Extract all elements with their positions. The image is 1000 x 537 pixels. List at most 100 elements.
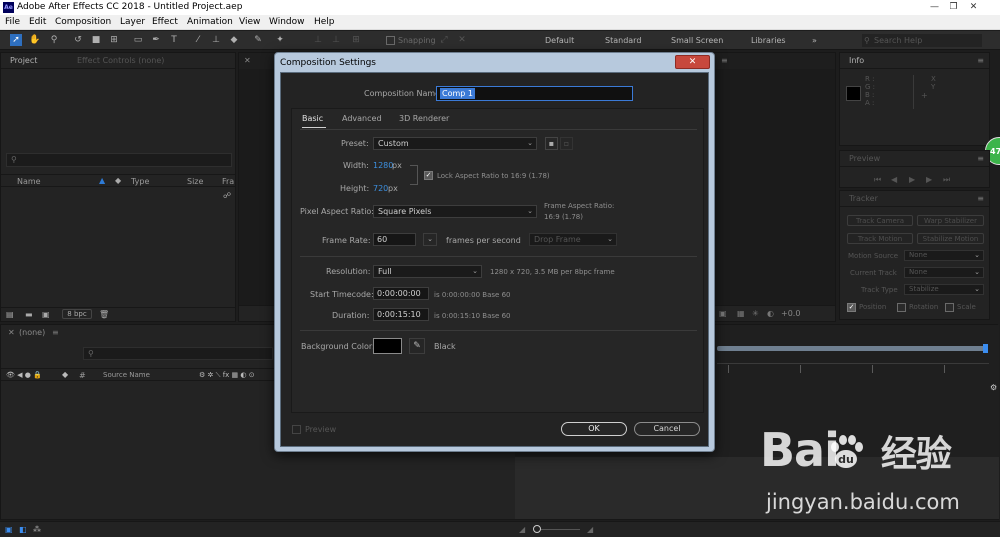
panel-menu-icon[interactable]: ≡ [977,194,984,204]
transparency-grid-icon[interactable]: ▦ [737,309,745,319]
pen-tool-icon[interactable]: ✒ [150,34,162,46]
snap-option-icon[interactable]: ⤢ [438,34,450,46]
preset-select[interactable]: Custom ⌄ [373,137,537,150]
ok-button[interactable]: OK [561,422,627,436]
world-axis-icon[interactable]: ⊥ [330,34,342,46]
flowchart-icon[interactable]: ☍ [223,191,231,201]
resolution-select[interactable]: Full ⌄ [373,265,482,278]
more-workspaces-button[interactable]: » [812,35,817,46]
maximize-button[interactable]: ❐ [946,0,961,15]
workspace-default[interactable]: Default [545,35,574,46]
snapping-checkbox[interactable] [386,36,395,45]
column-source-name[interactable]: Source Name [103,371,150,380]
play-icon[interactable]: ▶ [909,175,915,184]
preview-checkbox[interactable] [292,425,301,434]
tab-effect-controls[interactable]: Effect Controls (none) [77,56,164,66]
tab-basic[interactable]: Basic [302,114,323,124]
exposure-icon[interactable]: ◐ [767,309,774,319]
track-type-select[interactable]: Stabilize ⌄ [904,284,984,295]
type-tool-icon[interactable]: T [168,34,180,46]
scale-checkbox[interactable] [945,303,954,312]
cancel-button[interactable]: Cancel [634,422,700,436]
menu-edit[interactable]: Edit [29,16,46,29]
menu-view[interactable]: View [239,16,260,29]
background-color-swatch[interactable] [373,338,402,354]
camera-tool-icon[interactable]: ■ [90,34,102,46]
first-frame-icon[interactable]: ⏮ [874,175,881,184]
view-axis-icon[interactable]: ⊞ [350,34,362,46]
brush-tool-icon[interactable]: ⁄ [192,34,204,46]
column-frame-rate[interactable]: Fra [222,177,234,186]
local-axis-icon[interactable]: ⊥ [312,34,324,46]
fast-preview-icon[interactable]: ▣ [719,309,727,319]
menu-file[interactable]: File [5,16,20,29]
lock-aspect-checkbox[interactable]: ✓ [424,171,433,180]
project-search-input[interactable]: ⚲ [6,153,232,167]
pixel-aspect-ratio-select[interactable]: Square Pixels ⌄ [373,205,537,218]
zoom-out-icon[interactable]: ◢ [519,524,525,535]
hand-tool-icon[interactable]: ✋ [29,34,41,46]
tab-timeline-none[interactable]: (none) [19,328,45,338]
minimize-button[interactable]: — [927,0,942,15]
work-area-end-handle[interactable] [983,344,988,353]
tab-3d-renderer[interactable]: 3D Renderer [399,114,449,124]
menu-animation[interactable]: Animation [187,16,233,29]
menu-layer[interactable]: Layer [120,16,145,29]
roto-brush-tool-icon[interactable]: ✎ [252,34,264,46]
motion-source-select[interactable]: None ⌄ [904,250,984,261]
frame-rate-dropdown-button[interactable]: ⌄ [423,233,437,246]
current-track-select[interactable]: None ⌄ [904,267,984,278]
new-composition-icon[interactable]: ▣ [42,310,50,319]
panel-menu-icon[interactable]: ≡ [977,154,984,164]
transfer-controls-icon[interactable]: ◧ [19,524,27,535]
panel-menu-icon[interactable]: ≡ [977,56,984,66]
rotate-tool-icon[interactable]: ↺ [72,34,84,46]
trash-icon[interactable]: 🗑 [99,310,109,319]
rotation-checkbox[interactable] [897,303,906,312]
workspace-small-screen[interactable]: Small Screen [671,35,723,46]
next-frame-icon[interactable]: ▶ [926,175,932,184]
close-icon[interactable]: ✕ [244,56,251,66]
timeline-search-input[interactable]: ⚲ [83,347,273,360]
dialog-close-button[interactable]: ✕ [675,55,710,69]
project-bpc-button[interactable]: 8 bpc [62,309,92,319]
eyedropper-icon[interactable]: ✎ [409,338,425,354]
save-preset-icon[interactable]: ▪ [545,137,558,150]
track-motion-button[interactable]: Track Motion [847,233,913,244]
tab-advanced[interactable]: Advanced [342,114,382,124]
delete-preset-icon[interactable]: ▫ [560,137,573,150]
zoom-tool-icon[interactable]: ⚲ [48,34,60,46]
clone-stamp-tool-icon[interactable]: ⊥ [210,34,222,46]
menu-effect[interactable]: Effect [152,16,178,29]
selection-tool-icon[interactable]: ➚ [10,34,22,46]
menu-composition[interactable]: Composition [55,16,111,29]
interpret-footage-icon[interactable]: ▤ [6,310,14,319]
eraser-tool-icon[interactable]: ◆ [228,34,240,46]
search-help-input[interactable]: Search Help [862,34,982,47]
column-size[interactable]: Size [187,177,203,186]
last-frame-icon[interactable]: ⏭ [943,175,950,184]
new-folder-icon[interactable]: ▬ [25,310,33,319]
snap-option-icon[interactable]: ✕ [456,34,468,46]
close-icon[interactable]: ✕ [8,328,15,338]
menu-window[interactable]: Window [269,16,305,29]
close-window-button[interactable]: ✕ [966,0,981,15]
menu-help[interactable]: Help [314,16,335,29]
workspace-libraries[interactable]: Libraries [751,35,786,46]
zoom-slider-handle[interactable] [533,525,541,533]
tab-project[interactable]: Project [10,56,37,66]
pan-behind-tool-icon[interactable]: ⊞ [108,34,120,46]
previous-frame-icon[interactable]: ◀ [891,175,897,184]
duration-input[interactable]: 0:00:15:10 [373,308,429,321]
comp-marker-bin-icon[interactable]: ⚙ [990,383,997,393]
work-area-bar[interactable] [717,346,985,351]
composition-name-input[interactable]: Comp 1 [436,86,633,101]
in-out-duration-icon[interactable]: ⁂ [33,524,41,535]
stabilize-motion-button[interactable]: Stabilize Motion [917,233,984,244]
panel-menu-icon[interactable]: ≡ [52,328,59,338]
panel-menu-icon[interactable]: ≡ [721,56,728,66]
frame-rate-input[interactable]: 60 [373,233,416,246]
draft-3d-icon[interactable]: ✳ [752,309,759,319]
start-timecode-input[interactable]: 0:00:00:00 [373,287,429,300]
layer-switches-icon[interactable]: ▣ [5,524,13,535]
